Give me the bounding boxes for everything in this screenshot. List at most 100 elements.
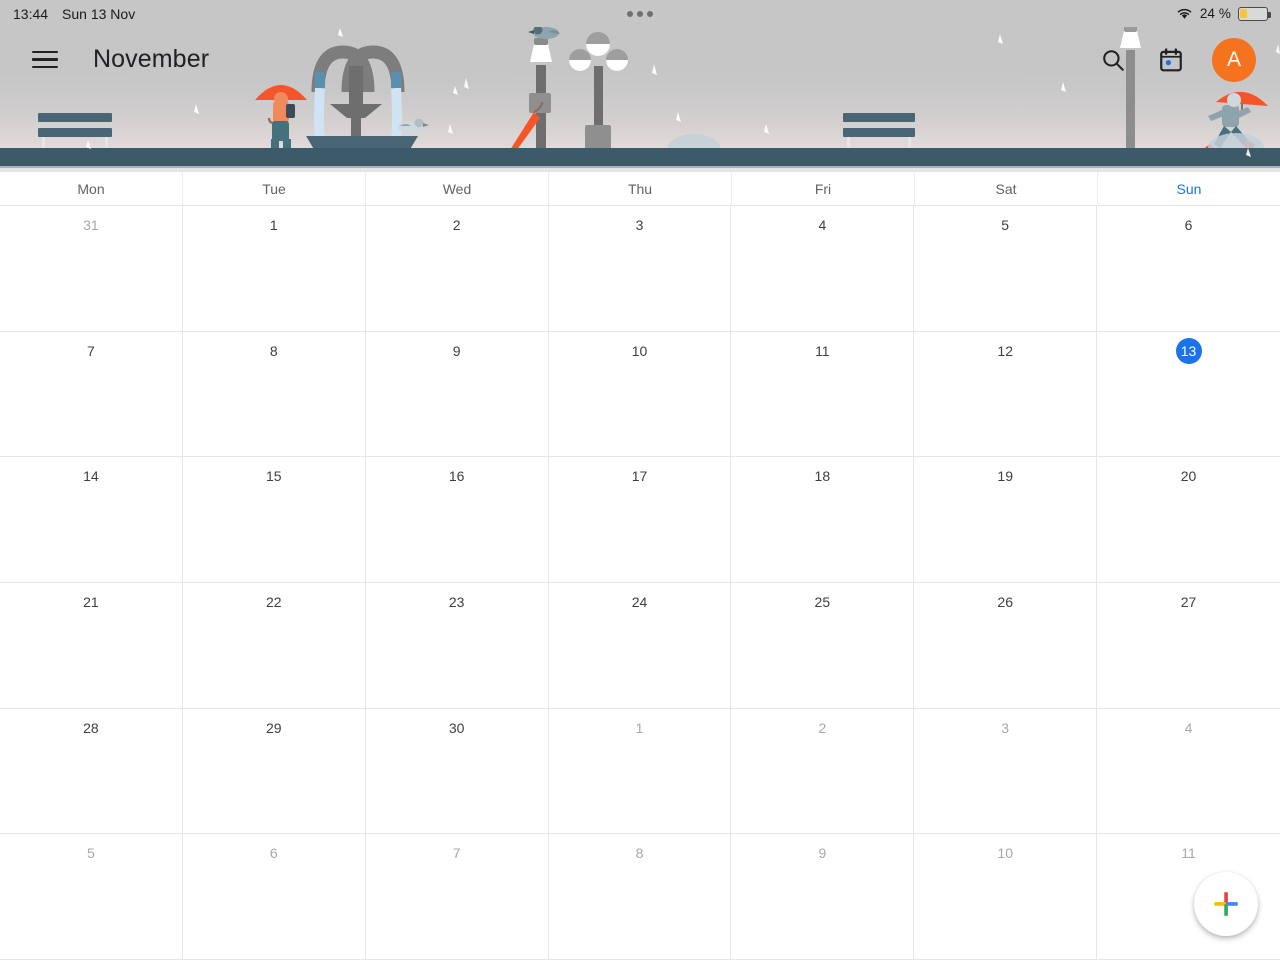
day-cell[interactable]: 31: [0, 206, 183, 332]
day-cell[interactable]: 17: [548, 457, 732, 583]
day-cell[interactable]: 6: [1097, 206, 1280, 332]
day-number: 16: [448, 468, 465, 485]
day-number: 10: [631, 342, 648, 359]
day-cell[interactable]: 1: [548, 708, 732, 835]
day-number: 15: [265, 468, 282, 485]
day-cell[interactable]: 2: [365, 206, 549, 332]
day-number: 1: [269, 217, 278, 233]
status-time: 13:44: [13, 5, 49, 22]
weekday-label: Thu: [627, 180, 653, 197]
day-cell[interactable]: 30: [365, 708, 549, 835]
header-actions: A: [1096, 37, 1280, 82]
day-cell[interactable]: 19: [914, 457, 1098, 583]
day-cell[interactable]: 5: [0, 834, 183, 960]
day-cell[interactable]: 3: [548, 206, 732, 332]
hamburger-menu-icon[interactable]: [22, 37, 68, 83]
day-cell[interactable]: 29: [182, 708, 366, 835]
day-cell[interactable]: 1: [182, 206, 366, 332]
weekday-label: Sat: [995, 180, 1017, 197]
wifi-icon: [1177, 8, 1192, 19]
day-number: 3: [1001, 719, 1010, 736]
day-number: 19: [997, 468, 1013, 485]
day-number: 4: [818, 217, 827, 233]
day-cell[interactable]: 5: [914, 206, 1098, 332]
day-cell[interactable]: 2: [731, 708, 915, 835]
day-number: 28: [83, 719, 99, 736]
day-cell[interactable]: 7: [0, 331, 183, 458]
calendar-today-icon[interactable]: [1154, 43, 1188, 77]
day-number: 7: [452, 845, 461, 862]
day-cell[interactable]: 15: [182, 457, 366, 583]
search-icon[interactable]: [1096, 43, 1130, 77]
day-number: 8: [635, 845, 644, 862]
day-cell[interactable]: 9: [731, 834, 915, 960]
day-cell[interactable]: 11: [731, 331, 915, 458]
day-cell[interactable]: 4: [731, 206, 915, 332]
app-header: November A: [0, 27, 1280, 92]
day-cell[interactable]: 16: [365, 457, 549, 583]
weekday-fri: Fri: [732, 172, 915, 205]
battery-icon: [1238, 6, 1271, 21]
day-number: 5: [1001, 217, 1010, 233]
day-cell[interactable]: 7: [365, 834, 549, 960]
day-cell[interactable]: 10: [914, 834, 1098, 960]
more-dots-icon: [627, 10, 653, 17]
weekday-label: Fri: [814, 180, 832, 197]
day-number: 8: [269, 342, 278, 359]
day-number: 20: [1180, 468, 1197, 485]
day-number: 2: [818, 719, 827, 736]
day-cell[interactable]: 8: [548, 834, 732, 960]
day-number: 2: [452, 217, 461, 233]
weekday-sun: Sun: [1098, 172, 1280, 205]
weekday-label: Wed: [442, 180, 472, 197]
day-cell[interactable]: 14: [0, 457, 183, 583]
day-number: 6: [1184, 217, 1193, 233]
day-number: 10: [997, 845, 1013, 862]
day-number: 6: [269, 845, 278, 862]
day-number: 22: [265, 593, 282, 610]
day-cell[interactable]: 22: [182, 582, 366, 709]
day-cell[interactable]: 23: [365, 582, 549, 709]
day-cell[interactable]: 13: [1097, 332, 1280, 458]
day-number: 9: [818, 845, 827, 862]
day-number: 11: [815, 342, 830, 359]
day-number: 29: [265, 719, 282, 736]
day-number: 5: [87, 845, 95, 862]
create-event-fab[interactable]: [1194, 872, 1258, 936]
day-cell[interactable]: 10: [548, 331, 732, 458]
day-number: 27: [1180, 593, 1197, 610]
day-number: 21: [83, 593, 99, 610]
day-cell[interactable]: 8: [182, 331, 366, 458]
day-number: 31: [83, 217, 99, 233]
day-cell[interactable]: 20: [1097, 457, 1280, 583]
weekday-header-row: Mon Tue Wed Thu Fri Sat Sun: [0, 172, 1280, 206]
day-cell[interactable]: 21: [0, 582, 183, 709]
day-cell[interactable]: 27: [1097, 583, 1280, 709]
day-cell[interactable]: 9: [365, 331, 549, 458]
weekday-label: Mon: [77, 180, 105, 197]
weekday-wed: Wed: [366, 172, 549, 205]
day-cell[interactable]: 25: [731, 582, 915, 709]
day-cell[interactable]: 28: [0, 708, 183, 835]
weekday-label: Sun: [1176, 180, 1202, 197]
ground-band: [0, 148, 1280, 168]
day-cell[interactable]: 6: [182, 834, 366, 960]
status-bar-right: 24 %: [1176, 6, 1280, 21]
day-number-today: 13: [1175, 337, 1202, 364]
avatar[interactable]: A: [1212, 37, 1256, 82]
day-cell[interactable]: 12: [914, 331, 1098, 458]
day-cell[interactable]: 4: [1097, 709, 1280, 835]
day-cell[interactable]: 26: [914, 582, 1098, 709]
day-number: 12: [997, 342, 1013, 359]
day-number: 18: [814, 468, 831, 485]
day-cell[interactable]: 3: [914, 708, 1098, 835]
day-number: 26: [997, 593, 1013, 610]
page-title: November: [93, 45, 210, 73]
weekday-thu: Thu: [549, 172, 732, 205]
day-cell[interactable]: 18: [731, 457, 915, 583]
day-number: 7: [87, 342, 95, 359]
day-number: 4: [1184, 719, 1193, 736]
day-number: 9: [452, 342, 461, 359]
day-cell[interactable]: 24: [548, 582, 732, 709]
weekday-label: Tue: [262, 180, 286, 197]
